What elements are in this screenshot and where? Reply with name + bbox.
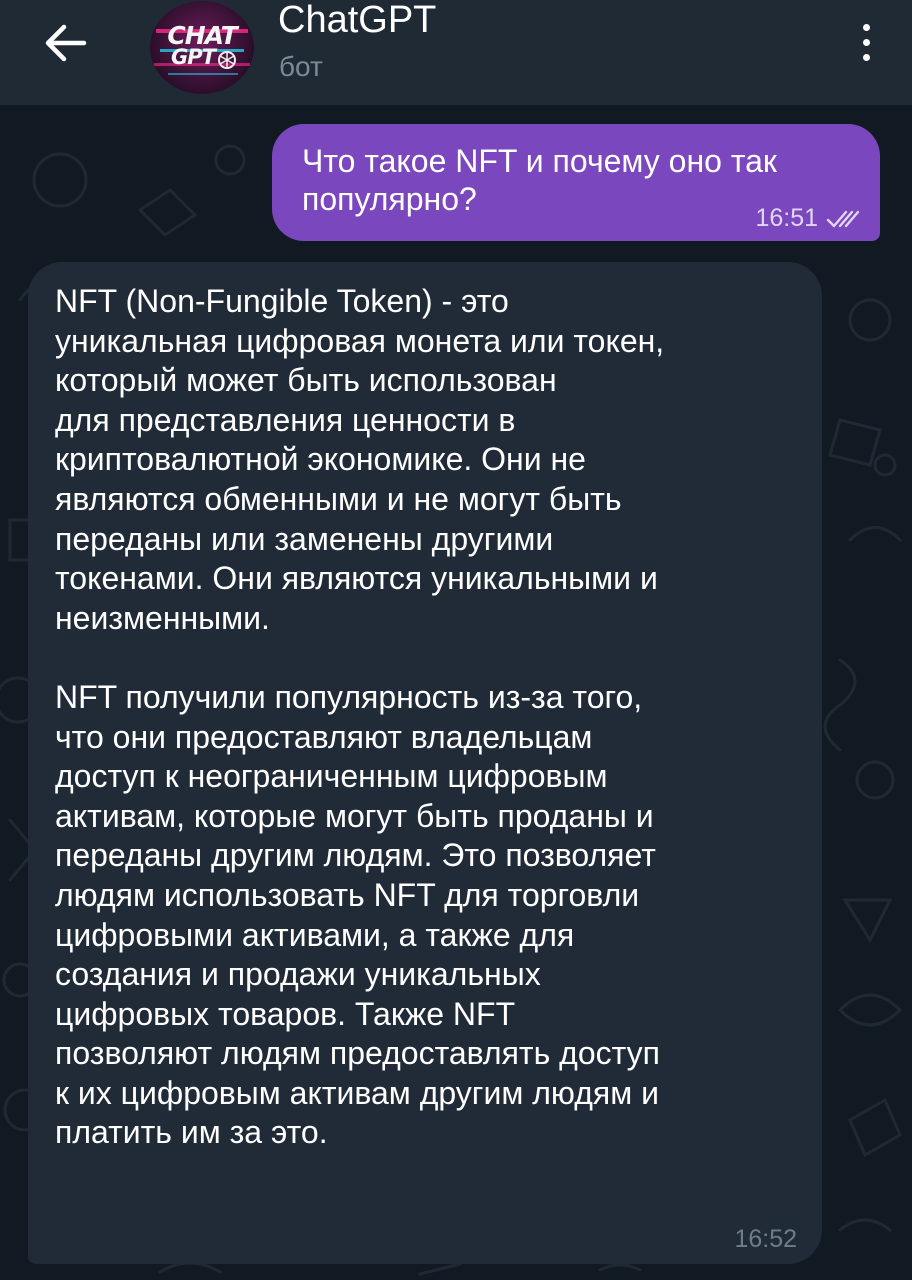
chat-subtitle: бот xyxy=(279,51,323,82)
incoming-message-time: 16:52 xyxy=(734,1225,797,1253)
avatar[interactable]: CHAT GPT xyxy=(150,1,254,94)
more-vertical-icon xyxy=(862,23,870,31)
incoming-message[interactable]: NFT (Non-Fungible Token) - это уникальна… xyxy=(28,262,822,1264)
outgoing-message[interactable]: Что такое NFT и почему оно так популярно… xyxy=(272,124,880,241)
more-menu-button[interactable] xyxy=(846,14,886,70)
back-button[interactable] xyxy=(30,18,100,68)
chat-title[interactable]: ChatGPT xyxy=(278,0,436,40)
more-vertical-icon-dot xyxy=(862,53,870,61)
outgoing-message-time: 16:51 xyxy=(755,204,818,232)
openai-logo-icon xyxy=(218,51,236,69)
more-vertical-icon-dot xyxy=(862,38,870,46)
arrow-left-icon xyxy=(45,24,87,62)
incoming-message-paragraph-1: NFT (Non-Fungible Token) - это уникальна… xyxy=(55,283,665,636)
chat-screen: CHAT GPT ChatGPT бот Что такое NFT и поч… xyxy=(0,0,912,1280)
chat-header: CHAT GPT ChatGPT бот xyxy=(0,0,912,105)
double-check-icon xyxy=(826,210,860,227)
incoming-message-paragraph-2: NFT получили популярность из-за того, чт… xyxy=(55,678,660,1151)
avatar-line-2: GPT xyxy=(171,45,216,69)
outgoing-message-meta: 16:51 xyxy=(755,204,860,233)
